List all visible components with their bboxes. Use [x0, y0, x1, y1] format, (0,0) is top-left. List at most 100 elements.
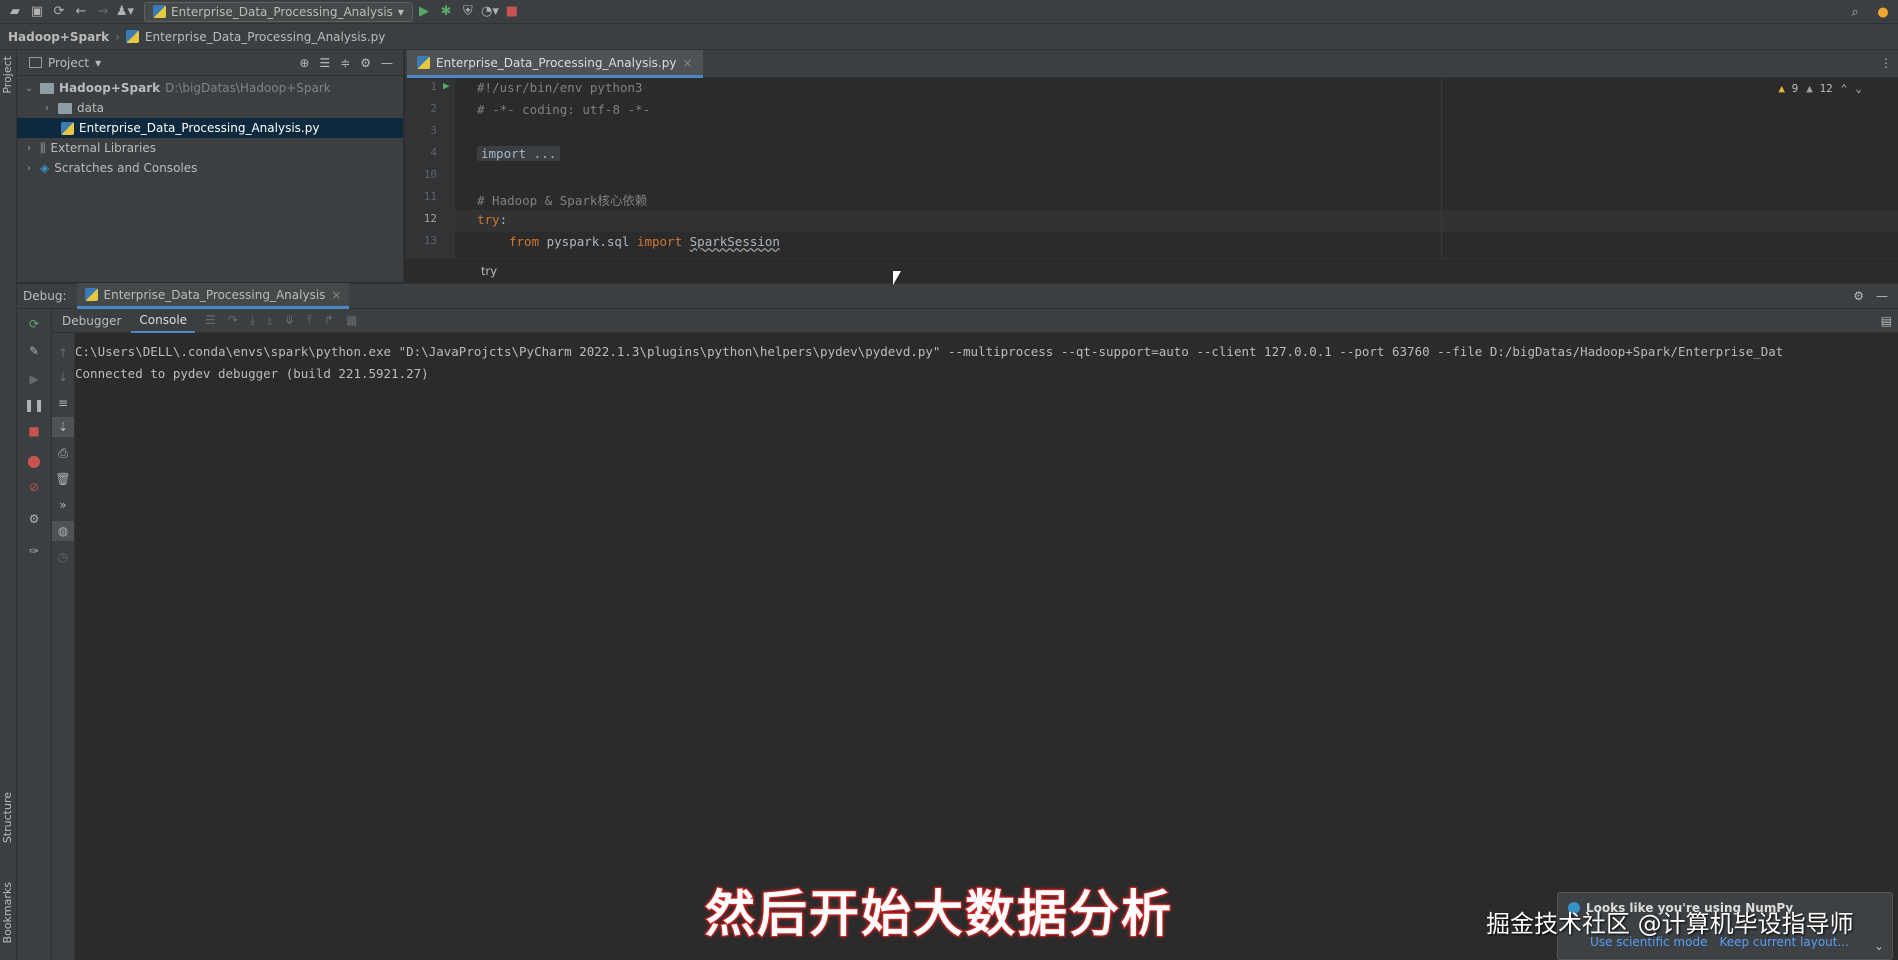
arrow-up-icon[interactable]: ↑	[52, 343, 74, 363]
wrench-icon[interactable]: ✎	[17, 341, 51, 361]
tree-item-root[interactable]: ⌄ Hadoop+Spark D:\bigDatas\Hadoop+Spark	[17, 78, 403, 98]
pause-icon[interactable]: ❚❚	[17, 395, 51, 415]
open-folder-icon[interactable]: ▰	[4, 1, 26, 23]
video-subtitle: 然后开始大数据分析	[704, 884, 1173, 944]
gear-icon[interactable]: ⚙	[1853, 289, 1864, 303]
tree-item-scratches[interactable]: › ◈ Scratches and Consoles	[17, 158, 403, 178]
code-line: # -*- coding: utf-8 -*-	[477, 102, 651, 117]
line-number: 10	[423, 168, 437, 181]
structure-tool-button[interactable]: Structure	[1, 792, 14, 843]
show-execution-point-icon[interactable]: ↷	[228, 313, 238, 328]
console-line: Connected to pydev debugger (build 221.5…	[75, 366, 429, 381]
save-icon[interactable]: ▣	[26, 1, 48, 23]
python-file-icon	[153, 5, 166, 18]
hide-icon[interactable]: —	[381, 56, 393, 70]
collapse-all-icon[interactable]: ≑	[340, 56, 350, 70]
profile-icon[interactable]: ◔▾	[479, 1, 501, 23]
project-tool-button[interactable]: Project	[1, 56, 14, 94]
step-into-icon[interactable]: ⤈	[267, 313, 272, 328]
step-over-icon[interactable]: ⤓	[250, 313, 255, 328]
weak-warning-icon: ▲	[1806, 82, 1813, 95]
history-icon[interactable]: ◷	[52, 547, 74, 567]
debug-console[interactable]: C:\Users\DELL\.conda\envs\spark\python.e…	[75, 333, 1898, 960]
layout-icon[interactable]: ▤	[1881, 314, 1898, 328]
trash-icon[interactable]: 🗑	[52, 469, 74, 489]
tree-item-label: External Libraries	[50, 141, 156, 155]
expand-all-icon[interactable]: ☰	[319, 56, 330, 70]
line-number: 13	[423, 234, 437, 247]
stop-icon[interactable]: ■	[17, 421, 51, 441]
tab-console[interactable]: Console	[131, 309, 196, 333]
breadcrumb-project[interactable]: Hadoop+Spark	[8, 30, 109, 44]
execute-icon[interactable]: »	[52, 495, 74, 515]
debug-label: Debug:	[23, 289, 67, 303]
gear-icon[interactable]: ⚙	[360, 56, 371, 70]
scroll-to-end-icon[interactable]: ⇣	[52, 417, 74, 437]
more-icon[interactable]: ⋮	[1880, 56, 1892, 70]
right-margin-guide	[1441, 78, 1442, 258]
coverage-icon[interactable]: ⛨	[457, 1, 479, 23]
chevron-right-icon[interactable]: ›	[23, 143, 35, 154]
run-gutter-icon[interactable]: ▶	[443, 79, 450, 92]
chevron-down-icon[interactable]: ⌄	[1874, 939, 1884, 953]
chevron-down-icon[interactable]: ▾	[95, 56, 101, 70]
rerun-icon[interactable]: ⟳	[17, 314, 51, 334]
code-editor[interactable]: 1 ▶ #!/usr/bin/env python3 2 # -*- codin…	[405, 78, 1898, 282]
run-to-cursor-icon[interactable]: ↱	[324, 313, 334, 328]
caret-row-highlight	[455, 210, 1898, 232]
line-number: 11	[423, 190, 437, 203]
debug-icon[interactable]: ✱	[435, 1, 457, 23]
bookmarks-tool-button[interactable]: Bookmarks	[1, 882, 14, 943]
tree-item-data[interactable]: › data	[17, 98, 403, 118]
console-controls: ↑ ↓ ≡ ⇣ ⎙ 🗑 » ◍ ◷	[52, 333, 75, 960]
sync-icon[interactable]: ⟳	[48, 1, 70, 23]
run-config-selector[interactable]: Enterprise_Data_Processing_Analysis ▾	[144, 1, 413, 22]
tree-item-external-libraries[interactable]: › ⫼ External Libraries	[17, 138, 403, 158]
editor-tab-main-file[interactable]: Enterprise_Data_Processing_Analysis.py ×	[407, 50, 703, 78]
vcs-user-icon[interactable]: ♟▾	[114, 1, 136, 23]
frames-icon[interactable]: ☰	[205, 313, 216, 328]
inspection-widget[interactable]: ▲ 9 ▲ 12 ⌃ ⌄	[1778, 82, 1862, 95]
code-breadcrumb-item[interactable]: try	[481, 264, 497, 278]
view-breakpoints-icon[interactable]: ⬤	[17, 451, 51, 471]
gear-icon[interactable]: ⚙	[17, 509, 51, 529]
breadcrumb-file[interactable]: Enterprise_Data_Processing_Analysis.py	[145, 30, 385, 44]
back-icon[interactable]: ←	[70, 1, 92, 23]
module-name: pyspark.sql	[539, 234, 637, 249]
update-icon[interactable]: ●	[1872, 1, 1894, 23]
python-console-icon[interactable]: ◍	[52, 521, 74, 541]
stop-icon[interactable]: ■	[501, 1, 523, 23]
chevron-right-icon[interactable]: ›	[23, 163, 35, 174]
tab-debugger[interactable]: Debugger	[54, 309, 129, 333]
class-name: SparkSession	[689, 234, 780, 249]
chevron-down-icon[interactable]: ⌄	[23, 83, 35, 94]
chevron-up-icon[interactable]: ⌃	[1841, 82, 1848, 95]
arrow-down-icon[interactable]: ↓	[52, 367, 74, 387]
close-icon[interactable]: ×	[331, 288, 341, 302]
locate-icon[interactable]: ⊕	[299, 56, 309, 70]
weak-warning-count: 12	[1819, 82, 1833, 95]
debug-tool-window-header: Debug: Enterprise_Data_Processing_Analys…	[17, 283, 1898, 309]
step-into-my-code-icon[interactable]: ⤋	[285, 313, 295, 328]
mute-breakpoints-icon[interactable]: ⊘	[17, 477, 51, 497]
step-out-icon[interactable]: ⤒	[307, 313, 312, 328]
resume-icon[interactable]: ▶	[17, 369, 51, 389]
chevron-down-icon[interactable]: ⌄	[1855, 82, 1862, 95]
debug-session-tab[interactable]: Enterprise_Data_Processing_Analysis ×	[76, 283, 350, 309]
forward-icon[interactable]: →	[92, 1, 114, 23]
close-icon[interactable]: ×	[682, 56, 692, 70]
soft-wrap-icon[interactable]: ≡	[52, 393, 74, 413]
print-icon[interactable]: ⎙	[52, 443, 74, 463]
tree-item-label: Enterprise_Data_Processing_Analysis.py	[79, 121, 320, 135]
chevron-right-icon[interactable]: ›	[41, 103, 53, 114]
line-number: 3	[430, 124, 437, 137]
hide-icon[interactable]: —	[1876, 289, 1888, 303]
search-icon[interactable]: ⌕	[1844, 1, 1866, 23]
tree-item-main-file[interactable]: Enterprise_Data_Processing_Analysis.py	[17, 118, 403, 138]
evaluate-icon[interactable]: ▦	[346, 313, 357, 328]
project-view-selector[interactable]: Project	[48, 56, 89, 70]
folded-imports[interactable]: import ...	[477, 146, 561, 161]
run-icon[interactable]: ▶	[413, 1, 435, 23]
pin-icon[interactable]: ✑	[17, 541, 51, 561]
watermark: 掘金技术社区 @计算机毕设指导师	[1486, 910, 1854, 938]
